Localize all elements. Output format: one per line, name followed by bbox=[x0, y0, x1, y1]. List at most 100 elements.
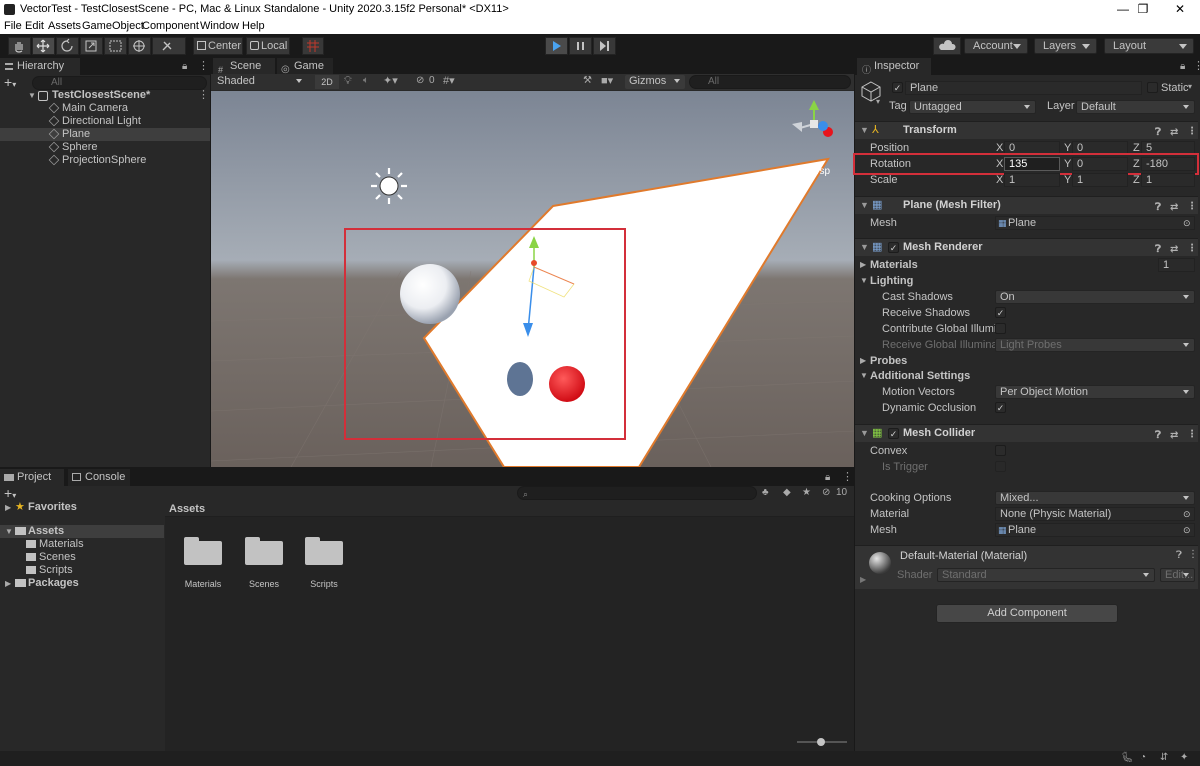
mesh-filter-header[interactable]: ▼ ▦ Plane (Mesh Filter) ❓︎ ⇄ ⋮ bbox=[855, 196, 1198, 214]
chevron-down-icon[interactable]: ▼ bbox=[860, 425, 869, 442]
scene-menu-icon[interactable]: ⋮ bbox=[198, 89, 209, 102]
rotation-x-field[interactable]: 135 bbox=[1004, 157, 1060, 171]
chevron-down-icon[interactable]: ▼ bbox=[860, 276, 868, 285]
icon-size-slider[interactable] bbox=[797, 738, 847, 746]
menu-help[interactable]: Help bbox=[242, 20, 265, 32]
kebab-menu-icon[interactable]: ⋮ bbox=[842, 470, 853, 483]
materials-count-field[interactable]: 1 bbox=[1158, 258, 1195, 272]
pause-button[interactable] bbox=[569, 37, 592, 55]
restore-button[interactable]: ❐ bbox=[1123, 0, 1163, 19]
scene-search-input[interactable]: All bbox=[689, 75, 851, 89]
camera-dropdown-icon[interactable]: ■▾ bbox=[601, 74, 613, 87]
projection-sphere-object[interactable] bbox=[549, 366, 585, 402]
mesh-collider-enabled-checkbox[interactable]: ✓ bbox=[888, 428, 899, 439]
tree-item-scenes[interactable]: Scenes bbox=[0, 551, 164, 564]
receive-gi-dropdown[interactable]: Light Probes bbox=[995, 338, 1195, 352]
search-by-label-icon[interactable]: ◆ bbox=[783, 487, 791, 498]
audio-toggle-icon[interactable]: 🔈︎ bbox=[363, 75, 369, 86]
component-menu-icon[interactable]: ⋮ bbox=[1188, 549, 1198, 560]
motion-vectors-dropdown[interactable]: Per Object Motion bbox=[995, 385, 1195, 399]
grid-snap-button[interactable] bbox=[302, 37, 324, 55]
chevron-down-icon[interactable]: ▼ bbox=[28, 89, 36, 102]
component-menu-icon[interactable]: ⋮ bbox=[1187, 426, 1197, 443]
dynamic-occlusion-checkbox[interactable]: ✓ bbox=[995, 402, 1006, 413]
chevron-right-icon[interactable]: ▶ bbox=[860, 260, 866, 269]
menu-window[interactable]: Window bbox=[200, 20, 239, 32]
tab-console[interactable]: Console bbox=[68, 469, 130, 486]
asset-folder-materials[interactable] bbox=[184, 535, 222, 565]
scale-y-field[interactable]: 1 bbox=[1072, 173, 1128, 187]
preset-icon[interactable]: ⇄ bbox=[1170, 199, 1178, 216]
move-tool-button[interactable] bbox=[32, 37, 55, 55]
menu-file[interactable]: File bbox=[4, 20, 22, 32]
cast-shadows-dropdown[interactable]: On bbox=[995, 290, 1195, 304]
tab-project[interactable]: Project bbox=[0, 469, 64, 486]
gizmos-dropdown[interactable]: Gizmos bbox=[625, 75, 685, 89]
mesh-field[interactable]: ▦ Plane ⊙ bbox=[995, 216, 1195, 230]
chevron-right-icon[interactable]: ▶ bbox=[860, 575, 866, 584]
hierarchy-item-projectionsphere[interactable]: ProjectionSphere bbox=[0, 154, 210, 167]
create-asset-button[interactable]: +▾ bbox=[4, 485, 16, 501]
menu-gameobject[interactable]: GameObject bbox=[82, 20, 144, 32]
hierarchy-item-plane[interactable]: Plane bbox=[0, 128, 210, 141]
sun-light-icon[interactable] bbox=[371, 168, 407, 204]
hidden-objects-icon[interactable]: ⊘ bbox=[416, 75, 424, 86]
help-icon[interactable]: ❓︎ bbox=[1155, 124, 1161, 141]
object-picker-icon[interactable]: ⊙ bbox=[1183, 217, 1191, 229]
object-name-field[interactable]: Plane bbox=[905, 81, 1142, 95]
kebab-menu-icon[interactable]: ⋮ bbox=[1193, 59, 1200, 72]
lighting-label[interactable]: Lighting bbox=[870, 274, 913, 288]
help-icon[interactable]: ❓︎ bbox=[1176, 550, 1182, 561]
close-button[interactable]: ✕ bbox=[1160, 0, 1200, 19]
hierarchy-item-main-camera[interactable]: Main Camera bbox=[0, 102, 210, 115]
transform-tool-button[interactable] bbox=[128, 37, 151, 55]
object-picker-icon[interactable]: ⊙ bbox=[1183, 508, 1191, 520]
static-dropdown-icon[interactable]: ▾ bbox=[1188, 82, 1192, 91]
tree-item-favorites[interactable]: ▶ ★ Favorites bbox=[0, 501, 164, 514]
mesh-renderer-header[interactable]: ▼ ▦ ✓ Mesh Renderer ❓︎ ⇄ ⋮ bbox=[855, 238, 1198, 256]
scene-row[interactable]: ▼ TestClosestScene* ⋮ bbox=[0, 89, 210, 102]
lock-icon[interactable]: 🔒︎ bbox=[1180, 61, 1185, 72]
asset-folder-scenes[interactable] bbox=[245, 535, 283, 565]
favorite-star-icon[interactable]: ★ bbox=[802, 487, 811, 498]
chevron-down-icon[interactable]: ▼ bbox=[860, 371, 868, 380]
search-by-type-icon[interactable]: ♣ bbox=[762, 487, 769, 498]
kebab-menu-icon[interactable]: ⋮ bbox=[198, 59, 209, 72]
active-checkbox[interactable]: ✓ bbox=[892, 82, 903, 93]
cloud-button[interactable] bbox=[933, 37, 961, 55]
chevron-down-icon[interactable]: ▼ bbox=[860, 197, 869, 214]
lock-icon[interactable]: 🔒︎ bbox=[825, 472, 830, 483]
menu-component[interactable]: Component bbox=[142, 20, 199, 32]
additional-settings-label[interactable]: Additional Settings bbox=[870, 369, 970, 383]
hand-tool-button[interactable] bbox=[8, 37, 31, 55]
physic-material-field[interactable]: None (Physic Material) ⊙ bbox=[995, 507, 1195, 521]
object-picker-icon[interactable]: ⊙ bbox=[1183, 524, 1191, 536]
receive-shadows-checkbox[interactable]: ✓ bbox=[995, 307, 1006, 318]
scale-tool-button[interactable] bbox=[80, 37, 103, 55]
tab-hierarchy[interactable]: Hierarchy bbox=[0, 58, 80, 75]
static-checkbox[interactable] bbox=[1147, 82, 1158, 93]
shading-mode-dropdown[interactable]: Shaded bbox=[213, 75, 307, 89]
chevron-down-icon[interactable]: ▼ bbox=[5, 525, 13, 538]
tree-item-assets[interactable]: ▼ Assets bbox=[0, 525, 164, 538]
auto-generate-lighting-icon[interactable]: ✦ bbox=[1180, 752, 1188, 763]
component-menu-icon[interactable]: ⋮ bbox=[1187, 123, 1197, 140]
preset-icon[interactable]: ⇄ bbox=[1170, 241, 1178, 258]
component-menu-icon[interactable]: ⋮ bbox=[1187, 240, 1197, 257]
scale-z-field[interactable]: 1 bbox=[1141, 173, 1195, 187]
mesh-renderer-enabled-checkbox[interactable]: ✓ bbox=[888, 242, 899, 253]
account-dropdown[interactable]: Account bbox=[964, 38, 1028, 54]
step-button[interactable] bbox=[593, 37, 616, 55]
hierarchy-item-sphere[interactable]: Sphere bbox=[0, 141, 210, 154]
layers-dropdown[interactable]: Layers bbox=[1034, 38, 1097, 54]
pivot-local-button[interactable]: Local bbox=[246, 37, 290, 55]
layout-dropdown[interactable]: Layout bbox=[1104, 38, 1194, 54]
asset-folder-scripts[interactable] bbox=[305, 535, 343, 565]
rect-tool-button[interactable] bbox=[104, 37, 127, 55]
convex-checkbox[interactable] bbox=[995, 445, 1006, 456]
mesh-collider-header[interactable]: ▼ ▦ ✓ Mesh Collider ❓︎ ⇄ ⋮ bbox=[855, 424, 1198, 442]
tree-item-materials[interactable]: Materials bbox=[0, 538, 164, 551]
layer-dropdown[interactable]: Default bbox=[1076, 100, 1195, 114]
rotate-tool-button[interactable] bbox=[56, 37, 79, 55]
contribute-gi-checkbox[interactable] bbox=[995, 323, 1006, 334]
